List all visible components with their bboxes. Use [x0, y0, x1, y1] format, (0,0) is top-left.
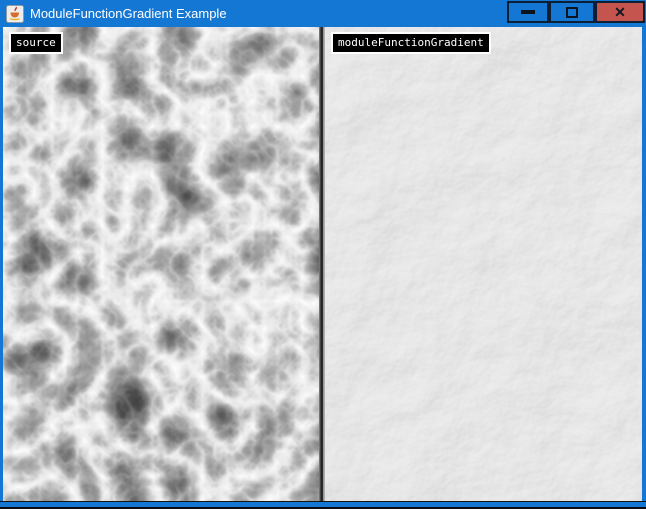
titlebar[interactable]: ModuleFunctionGradient Example ✕	[0, 0, 646, 27]
maximize-icon	[566, 7, 578, 18]
close-button[interactable]: ✕	[595, 1, 645, 23]
minimize-icon	[521, 10, 535, 14]
panel-module-function-gradient: moduleFunctionGradient	[325, 27, 642, 501]
image-label-source: source	[9, 32, 63, 54]
image-label-module-function-gradient: moduleFunctionGradient	[331, 32, 491, 54]
window-border-bottom	[0, 501, 646, 509]
minimize-button[interactable]	[507, 1, 549, 23]
source-noise-image	[3, 27, 319, 501]
close-icon: ✕	[614, 5, 626, 19]
app-window: ModuleFunctionGradient Example ✕	[0, 0, 646, 509]
window-title: ModuleFunctionGradient Example	[30, 6, 507, 21]
maximize-button[interactable]	[549, 1, 595, 23]
panel-source: source	[3, 27, 319, 501]
content-area: source	[3, 27, 642, 501]
module-function-gradient-image	[325, 27, 642, 501]
java-coffee-cup-icon[interactable]	[6, 5, 24, 23]
window-controls: ✕	[507, 1, 646, 23]
